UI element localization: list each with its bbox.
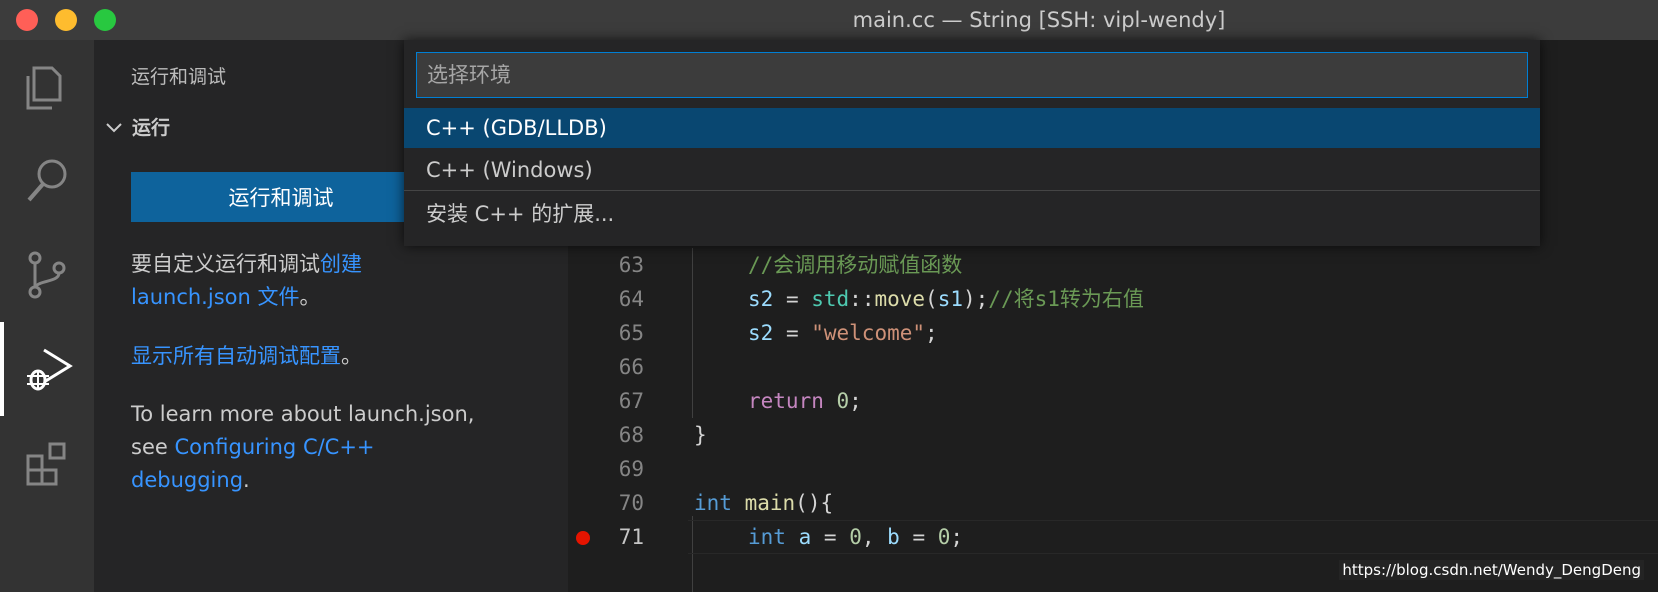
period-text: . [243, 468, 250, 492]
function-token: move [874, 287, 926, 311]
activity-source-control[interactable] [0, 228, 94, 322]
variable-token: s1 [937, 287, 963, 311]
type-token: int [748, 525, 786, 549]
auto-debug-paragraph: 显示所有自动调试配置。 [131, 340, 551, 373]
environment-search-input[interactable] [416, 52, 1528, 98]
line-number: 70 [618, 491, 644, 515]
keyword-token: return [748, 389, 824, 413]
punct-token: ); [963, 287, 989, 311]
create-link[interactable]: 创建 [320, 252, 362, 276]
operator-token: :: [849, 287, 875, 311]
string-token: "welcome" [811, 321, 926, 345]
quick-pick-item-windows[interactable]: C++ (Windows) [404, 150, 1540, 190]
type-token: int [694, 491, 732, 515]
punct-token: , [861, 525, 888, 549]
code-line[interactable]: 67 return 0; [568, 384, 1658, 418]
title-bar: main.cc — String [SSH: vipl-wendy] [0, 0, 1658, 40]
source-control-icon [28, 251, 66, 299]
learn-more-paragraph: To learn more about launch.json, see Con… [131, 398, 551, 497]
see-text: see [131, 435, 175, 459]
line-number: 71 [618, 525, 644, 549]
code-line[interactable]: 70 int main(){ [568, 486, 1658, 520]
comment-token: //会调用移动赋值函数 [748, 253, 963, 277]
code-line[interactable]: 71 int a = 0, b = 0; [568, 520, 1658, 554]
activity-explorer[interactable] [0, 40, 94, 134]
activity-extensions[interactable] [0, 416, 94, 510]
section-header-run[interactable]: 运行 [102, 113, 170, 140]
learn-more-text: To learn more about launch.json, [131, 402, 475, 426]
quick-pick-item-gdb-lldb[interactable]: C++ (GDB/LLDB) [404, 108, 1540, 148]
quick-pick-separator [404, 190, 1540, 191]
punct-token: } [694, 423, 707, 447]
customize-paragraph: 要自定义运行和调试创建 launch.json 文件。 [131, 248, 551, 314]
debugging-link[interactable]: debugging [131, 468, 243, 492]
launch-json-link[interactable]: launch.json 文件 [131, 285, 299, 309]
period-text: 。 [299, 285, 321, 309]
punct-token: (){ [795, 491, 834, 515]
operator-token: = [773, 321, 812, 345]
number-token: 0 [937, 525, 951, 549]
comment-token: //将s1转为右值 [988, 287, 1144, 311]
line-number: 69 [618, 457, 644, 481]
number-token: 0 [849, 525, 862, 549]
operator-token: = [811, 525, 850, 549]
line-number: 63 [618, 253, 644, 277]
line-number: 64 [618, 287, 644, 311]
line-number: 67 [618, 389, 644, 413]
run-debug-icon [27, 348, 73, 391]
search-icon [27, 159, 67, 202]
quick-pick-item-install-extensions[interactable]: 安装 C++ 的扩展... [404, 194, 1540, 234]
line-number: 68 [618, 423, 644, 447]
activity-bar [0, 40, 94, 592]
variable-token: s2 [748, 321, 774, 345]
punct-token: ; [950, 525, 964, 549]
variable-token: b [887, 525, 900, 549]
show-auto-debug-configs-link[interactable]: 显示所有自动调试配置 [131, 344, 341, 368]
code-line[interactable]: 64 s2 = std::move(s1);//将s1转为右值 [568, 282, 1658, 316]
period-text: 。 [341, 344, 362, 368]
operator-token: = [773, 287, 812, 311]
configuring-cpp-link[interactable]: Configuring C/C++ [174, 435, 374, 459]
explorer-icon [26, 66, 62, 110]
extensions-icon [26, 442, 66, 486]
line-number: 66 [618, 355, 644, 379]
punct-token: ( [925, 287, 938, 311]
operator-token: = [899, 525, 938, 549]
sidebar-title: 运行和调试 [131, 66, 227, 88]
watermark: https://blog.csdn.net/Wendy_DengDeng [1339, 560, 1644, 580]
activity-search[interactable] [0, 134, 94, 228]
quick-pick-widget: C++ (GDB/LLDB) C++ (Windows) 安装 C++ 的扩展.… [404, 40, 1540, 246]
line-number: 65 [618, 321, 644, 345]
code-line[interactable]: 66 [568, 350, 1658, 384]
number-token: 0 [836, 389, 850, 413]
code-line[interactable]: 63 //会调用移动赋值函数 [568, 248, 1658, 282]
window-title: main.cc — String [SSH: vipl-wendy] [852, 8, 1226, 32]
activity-run-debug[interactable] [0, 322, 94, 416]
section-label: 运行 [132, 117, 171, 139]
namespace-token: std [811, 287, 850, 311]
punct-token: ; [849, 389, 862, 413]
code-line[interactable]: 65 s2 = "welcome"; [568, 316, 1658, 350]
code-line[interactable]: 68 } [568, 418, 1658, 452]
function-token: main [744, 491, 796, 515]
variable-token: s2 [748, 287, 774, 311]
code-line[interactable]: 69 [568, 452, 1658, 486]
variable-token: a [798, 525, 812, 549]
punct-token: ; [925, 321, 938, 345]
chevron-down-icon [106, 122, 122, 132]
run-and-debug-button[interactable]: 运行和调试 [131, 172, 431, 222]
customize-text: 要自定义运行和调试 [131, 252, 320, 276]
